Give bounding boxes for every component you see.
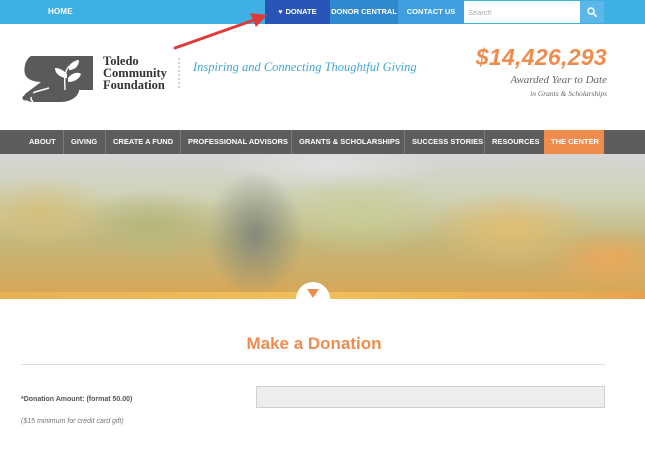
nav-item-professional-advisors[interactable]: PROFESSIONAL ADVISORS <box>188 130 288 154</box>
nav-divider <box>484 130 485 154</box>
red-arrow-icon <box>173 13 267 50</box>
search-button[interactable] <box>580 1 604 23</box>
nav-home-link[interactable]: HOME <box>48 0 73 24</box>
nav-item-grants-scholarships[interactable]: GRANTS & SCHOLARSHIPS <box>299 130 400 154</box>
nav-item-success-stories[interactable]: SUCCESS STORIES <box>412 130 483 154</box>
nav-item-the-center[interactable]: THE CENTER <box>551 130 599 154</box>
donation-amount-label: *Donation Amount: (format 50.00) <box>21 396 133 403</box>
donate-label: DONATE <box>285 7 317 16</box>
top-bar: HOME ♥ DONATE DONOR CENTRAL CONTACT US <box>0 0 645 24</box>
nav-divider <box>180 130 181 154</box>
nav-divider <box>105 130 106 154</box>
nav-divider <box>404 130 405 154</box>
page-title: Make a Donation <box>246 334 382 353</box>
donor-central-label: DONOR CENTRAL <box>331 7 397 16</box>
title-divider <box>21 364 605 365</box>
hand-leaf-logo-icon <box>22 56 94 103</box>
donate-button[interactable]: ♥ DONATE <box>265 0 330 24</box>
donor-central-button[interactable]: DONOR CENTRAL <box>330 0 398 24</box>
awarded-caption: Awarded Year to Date <box>510 74 607 86</box>
donation-minimum-note: ($15 minimum for credit card gift) <box>21 418 124 425</box>
scroll-down-button[interactable] <box>296 282 330 299</box>
tagline: Inspiring and Connecting Thoughtful Givi… <box>193 60 417 74</box>
nav-item-create-a-fund[interactable]: CREATE A FUND <box>113 130 173 154</box>
awarded-subcaption: in Grants & Scholarships <box>530 89 607 98</box>
logo-line-3: Foundation <box>103 78 165 92</box>
search-input[interactable] <box>464 1 580 23</box>
nav-item-resources[interactable]: RESOURCES <box>492 130 540 154</box>
nav-divider <box>291 130 292 154</box>
search-icon <box>587 7 597 17</box>
main-nav: ABOUT GIVING CREATE A FUND PROFESSIONAL … <box>0 130 645 154</box>
awarded-amount: $14,426,293 <box>475 44 607 70</box>
donation-amount-input[interactable] <box>256 386 605 408</box>
heart-icon: ♥ <box>278 9 283 16</box>
logo-wordmark[interactable]: Toledo Community Foundation <box>103 55 167 92</box>
nav-item-about[interactable]: ABOUT <box>29 130 56 154</box>
header-divider <box>178 58 180 88</box>
contact-us-label: CONTACT US <box>406 7 456 16</box>
chevron-down-icon <box>307 289 319 298</box>
contact-us-button[interactable]: CONTACT US <box>398 0 464 24</box>
nav-divider <box>63 130 64 154</box>
hero-image <box>0 154 645 299</box>
nav-item-giving[interactable]: GIVING <box>71 130 97 154</box>
